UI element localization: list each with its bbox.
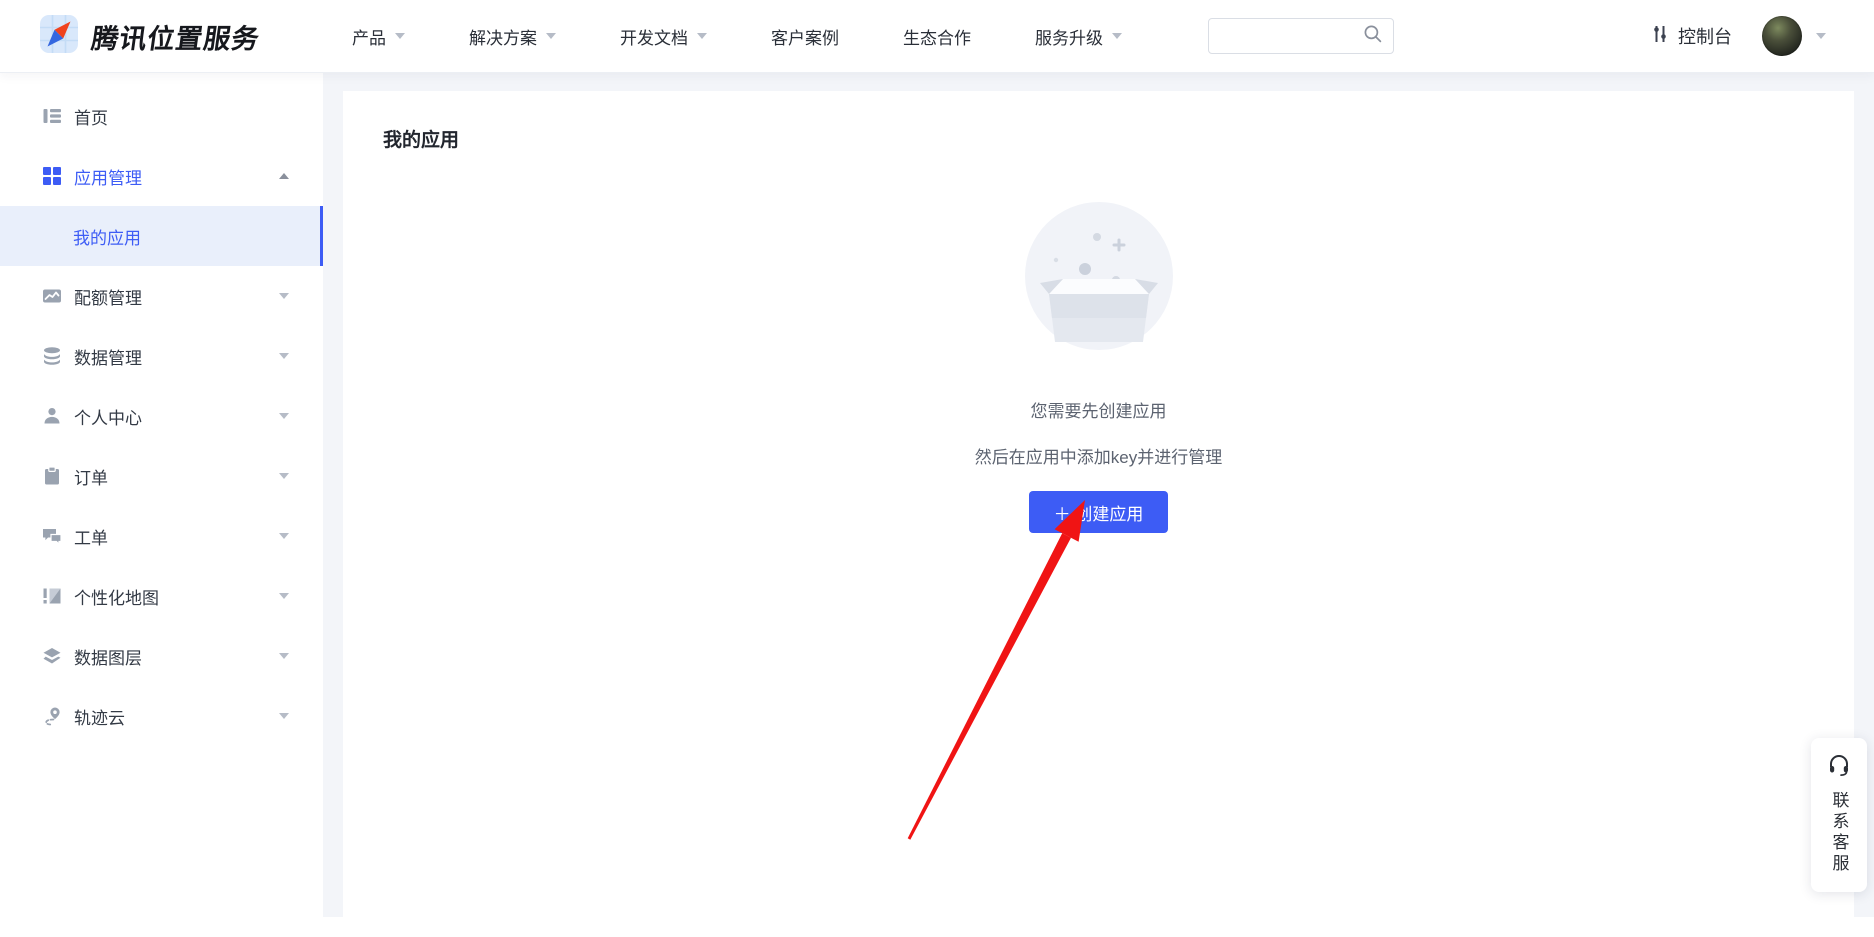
empty-state: 您需要先创建应用 然后在应用中添加key并进行管理 ＋ 创建应用 (343, 152, 1854, 533)
brand[interactable]: 腾讯位置服务 (40, 15, 260, 58)
sidebar-item[interactable]: 个性化地图 (0, 566, 323, 626)
person-icon (41, 405, 63, 427)
main-nav: 产品 解决方案 开发文档 客户案例 生态合作 服务升级 (352, 24, 1122, 49)
sidebar-item-label: 我的应用 (73, 224, 141, 249)
order-clipboard-icon (41, 465, 63, 487)
create-app-button[interactable]: ＋ 创建应用 (1029, 491, 1169, 533)
empty-hint-line1: 您需要先创建应用 (1031, 397, 1167, 422)
quota-chart-icon (41, 285, 63, 307)
compass-logo-icon (40, 15, 78, 58)
chevron-up-icon (279, 173, 289, 179)
search-input[interactable] (1221, 28, 1363, 45)
my-apps-card: 我的应用 您需要先创建应用 然后在应用中添加key并进行管 (343, 91, 1854, 937)
layers-icon (41, 645, 63, 667)
brand-name: 腾讯位置服务 (89, 17, 262, 56)
sidebar-item-label: 工单 (74, 524, 108, 549)
empty-hint-line2: 然后在应用中添加key并进行管理 (975, 443, 1222, 468)
custom-map-icon (41, 585, 63, 607)
sidebar-item-label: 首页 (74, 104, 108, 129)
console-label: 控制台 (1678, 23, 1732, 49)
sidebar-item-label: 应用管理 (74, 164, 142, 189)
search-icon[interactable] (1363, 24, 1383, 49)
sidebar-item-label: 订单 (74, 464, 108, 489)
chevron-down-icon[interactable] (1816, 33, 1826, 39)
chevron-down-icon (279, 533, 289, 539)
sidebar-item[interactable]: 工单 (0, 506, 323, 566)
sidebar-item[interactable]: 个人中心 (0, 386, 323, 446)
main-content: 我的应用 您需要先创建应用 然后在应用中添加key并进行管 (323, 72, 1874, 917)
chevron-down-icon (279, 353, 289, 359)
sidebar-item-label: 个性化地图 (74, 584, 159, 609)
sidebar-item-label: 数据管理 (74, 344, 142, 369)
nav-item-label: 生态合作 (903, 24, 971, 49)
page-title: 我的应用 (343, 91, 1854, 152)
database-icon (41, 345, 63, 367)
chevron-down-icon (697, 33, 707, 39)
sidebar-item-label: 数据图层 (74, 644, 142, 669)
nav-item-label: 开发文档 (620, 24, 688, 49)
track-pin-icon (41, 705, 63, 727)
header-search (1208, 18, 1394, 54)
sidebar: 首页应用管理我的应用配额管理数据管理个人中心订单工单个性化地图数据图层轨迹云 (0, 72, 323, 917)
console-link[interactable]: 控制台 (1650, 23, 1732, 49)
chevron-down-icon (279, 413, 289, 419)
sidebar-item[interactable]: 数据管理 (0, 326, 323, 386)
sidebar-item[interactable]: 应用管理 (0, 146, 323, 206)
top-header: 腾讯位置服务 产品 解决方案 开发文档 客户案例 生态合作 服务升级 控制台 (0, 0, 1874, 72)
chevron-down-icon (279, 713, 289, 719)
chevron-down-icon (546, 33, 556, 39)
sidebar-item-label: 个人中心 (74, 404, 142, 429)
header-right: 控制台 (1650, 16, 1826, 56)
nav-item-4[interactable]: 客户案例 (771, 24, 839, 49)
sidebar-item[interactable]: 数据图层 (0, 626, 323, 686)
user-avatar[interactable] (1762, 16, 1802, 56)
sidebar-item[interactable]: 配额管理 (0, 266, 323, 326)
nav-item-label: 服务升级 (1035, 24, 1103, 49)
sidebar-item[interactable]: 首页 (0, 86, 323, 146)
chevron-down-icon (279, 473, 289, 479)
nav-item-label: 客户案例 (771, 24, 839, 49)
sidebar-item[interactable]: 订单 (0, 446, 323, 506)
chevron-down-icon (1112, 33, 1122, 39)
nav-item-label: 产品 (352, 24, 386, 49)
chevron-down-icon (395, 33, 405, 39)
nav-item-5[interactable]: 生态合作 (903, 24, 971, 49)
apps-grid-icon (41, 165, 63, 187)
sidebar-item[interactable]: 我的应用 (0, 206, 323, 266)
chevron-down-icon (279, 653, 289, 659)
headset-icon (1827, 753, 1851, 782)
contact-support-tab[interactable]: 联系客服 (1811, 738, 1867, 892)
chevron-down-icon (279, 593, 289, 599)
sidebar-item[interactable]: 轨迹云 (0, 686, 323, 746)
home-list-icon (41, 105, 63, 127)
nav-item-6[interactable]: 服务升级 (1035, 24, 1122, 49)
sliders-icon (1650, 24, 1670, 49)
sidebar-item-label: 配额管理 (74, 284, 142, 309)
nav-item-label: 解决方案 (469, 24, 537, 49)
nav-item-3[interactable]: 开发文档 (620, 24, 707, 49)
ticket-chat-icon (41, 525, 63, 547)
empty-box-illustration (1025, 202, 1173, 355)
chevron-down-icon (279, 293, 289, 299)
sidebar-item-label: 轨迹云 (74, 704, 125, 729)
nav-item-2[interactable]: 解决方案 (469, 24, 556, 49)
contact-support-label: 联系客服 (1827, 791, 1852, 875)
nav-item-1[interactable]: 产品 (352, 24, 405, 49)
